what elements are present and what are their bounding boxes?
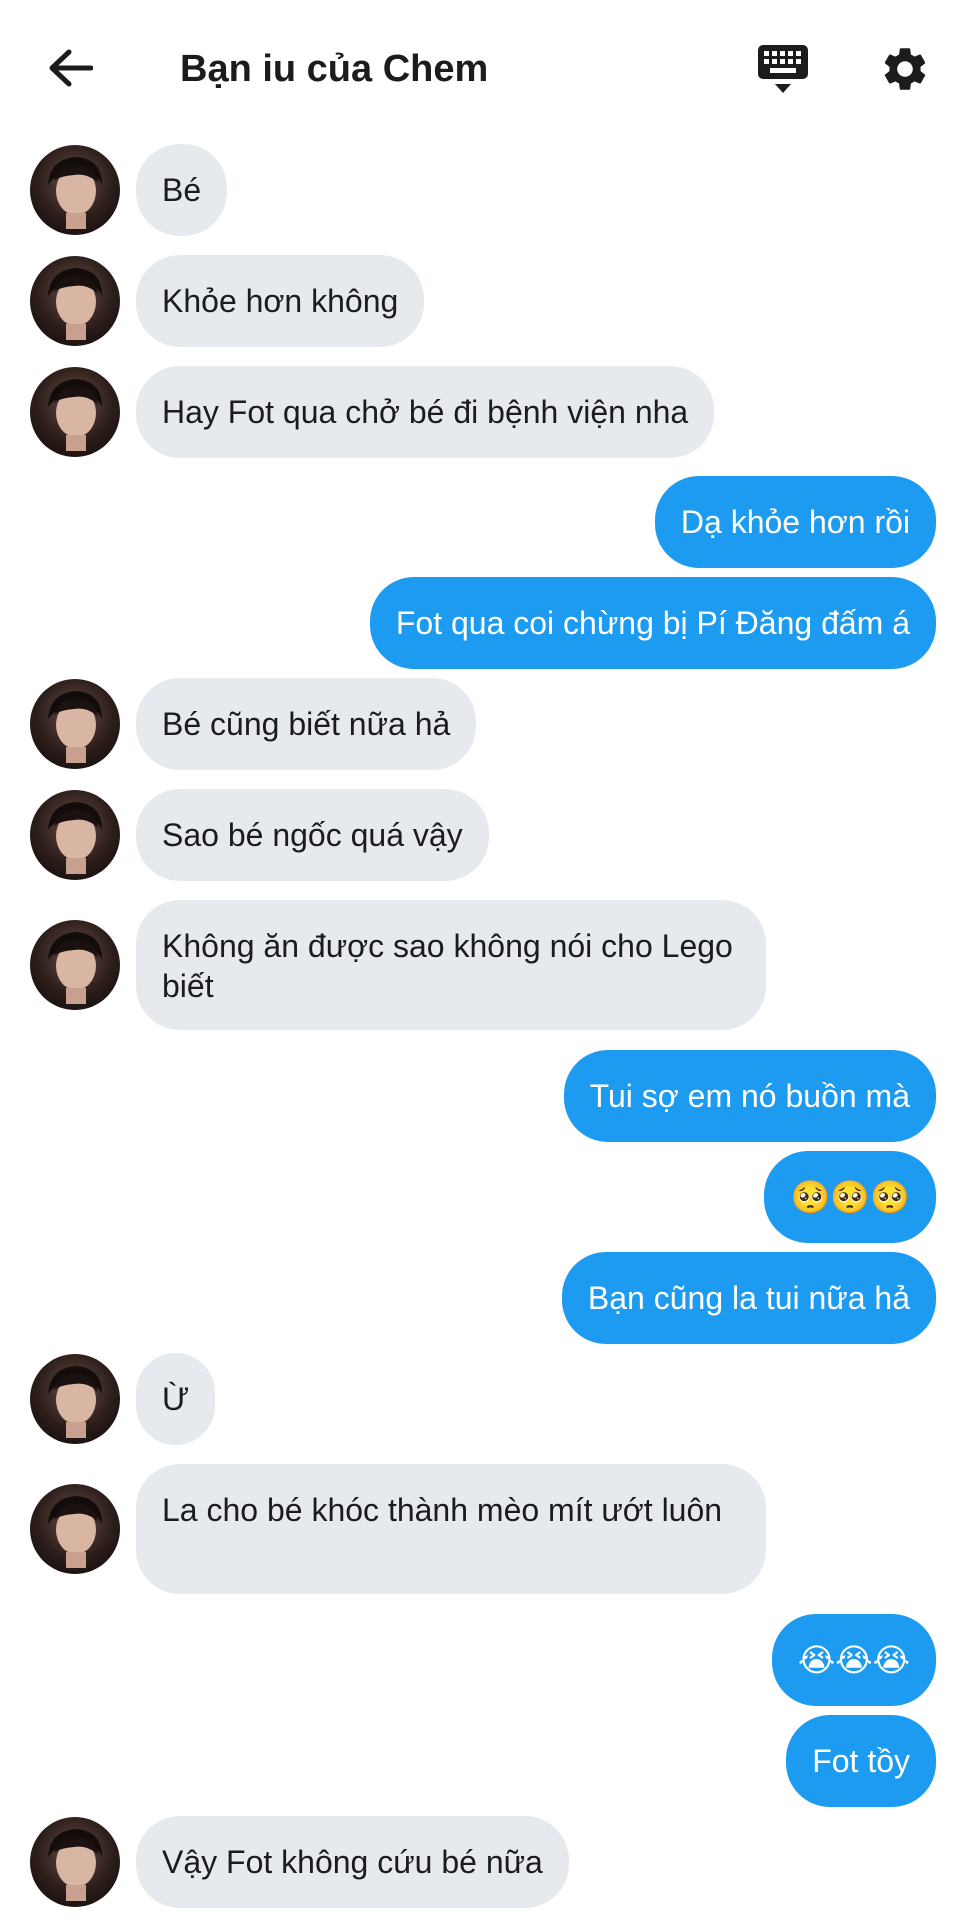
avatar[interactable] (30, 256, 120, 346)
incoming-message: La cho bé khóc thành mèo mít ướt luôn (0, 1464, 966, 1594)
message-bubble[interactable]: 🥺🥺🥺 (764, 1151, 936, 1243)
incoming-message: Sao bé ngốc quá vậy (0, 789, 966, 881)
avatar[interactable] (30, 1484, 120, 1574)
incoming-message: Khỏe hơn không (0, 255, 966, 347)
incoming-message: Ừ (0, 1353, 966, 1445)
avatar[interactable] (30, 367, 120, 457)
outgoing-message: Tui sợ em nó buồn mà (0, 1050, 966, 1142)
incoming-message: Vậy Fot không cứu bé nữa (0, 1816, 966, 1908)
avatar[interactable] (30, 790, 120, 880)
incoming-message: Bé cũng biết nữa hả (0, 678, 966, 770)
avatar[interactable] (30, 1354, 120, 1444)
message-bubble[interactable]: Hay Fot qua chở bé đi bệnh viện nha (136, 366, 715, 458)
outgoing-message: 🥺🥺🥺 (0, 1151, 966, 1243)
outgoing-message: 😭😭😭 (0, 1614, 966, 1706)
message-bubble[interactable]: Không ăn được sao không nói cho Lego biế… (136, 900, 766, 1030)
incoming-message: Không ăn được sao không nói cho Lego biế… (0, 900, 966, 1030)
message-bubble[interactable]: Tui sợ em nó buồn mà (563, 1050, 936, 1142)
message-bubble[interactable]: Bé (136, 144, 228, 236)
message-bubble[interactable]: Fot qua coi chừng bị Pí Đăng đấm á (369, 577, 936, 669)
avatar[interactable] (30, 920, 120, 1010)
message-bubble[interactable]: Bé cũng biết nữa hả (136, 678, 477, 770)
incoming-message: Hay Fot qua chở bé đi bệnh viện nha (0, 366, 966, 458)
message-bubble[interactable]: Khỏe hơn không (136, 255, 425, 347)
outgoing-message: Dạ khỏe hơn rồi (0, 476, 966, 568)
message-list[interactable]: Bé Khỏe hơn không Hay Fot qua chở bé đi bệ… (0, 0, 966, 1920)
outgoing-message: Bạn cũng la tui nữa hả (0, 1252, 966, 1344)
message-bubble[interactable]: Vậy Fot không cứu bé nữa (136, 1816, 569, 1908)
message-bubble[interactable]: Bạn cũng la tui nữa hả (561, 1252, 936, 1344)
avatar[interactable] (30, 679, 120, 769)
avatar[interactable] (30, 1817, 120, 1907)
avatar[interactable] (30, 145, 120, 235)
message-bubble[interactable]: Fot tồy (786, 1715, 936, 1807)
message-bubble[interactable]: 😭😭😭 (771, 1614, 936, 1706)
message-bubble[interactable]: Sao bé ngốc quá vậy (136, 789, 489, 881)
outgoing-message: Fot tồy (0, 1715, 966, 1807)
incoming-message: Bé (0, 144, 966, 236)
outgoing-message: Fot qua coi chừng bị Pí Đăng đấm á (0, 577, 966, 669)
message-bubble[interactable]: Ừ (136, 1353, 216, 1445)
message-bubble[interactable]: La cho bé khóc thành mèo mít ướt luôn (136, 1464, 766, 1594)
message-bubble[interactable]: Dạ khỏe hơn rồi (654, 476, 936, 568)
